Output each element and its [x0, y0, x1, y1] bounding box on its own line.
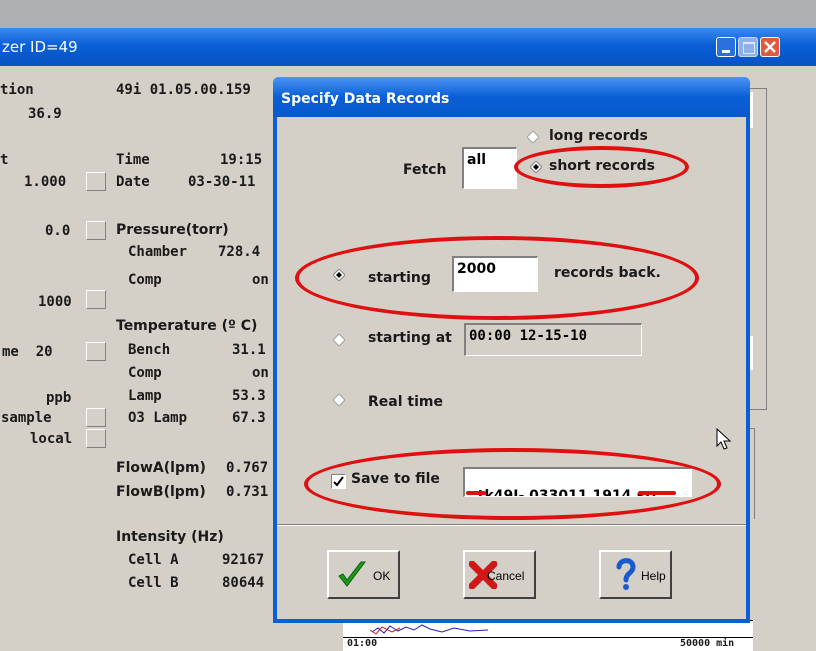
left-label-t: t	[0, 152, 9, 168]
time-value: 19:15	[220, 152, 263, 168]
left-label-ppb: ppb	[46, 390, 72, 406]
comp-label: Comp	[128, 272, 162, 288]
flowb-label: FlowB(lpm)	[116, 484, 206, 500]
dialog-separator-highlight	[277, 525, 746, 526]
pressure-label: Pressure(torr)	[116, 222, 229, 238]
o3lamp-label: O3 Lamp	[128, 410, 188, 426]
cella-value: 92167	[222, 552, 265, 568]
starting-at-label: starting at	[368, 330, 452, 346]
intensity-label: Intensity (Hz)	[116, 529, 224, 545]
ok-button[interactable]: OK	[327, 550, 400, 599]
help-button[interactable]: Help	[599, 550, 672, 599]
date-value: 03-30-11	[188, 174, 256, 190]
close-button[interactable]	[760, 37, 780, 57]
maximize-button[interactable]	[738, 37, 758, 57]
chamber-value: 728.4	[218, 244, 261, 260]
left-value-1000: 1.000	[24, 174, 67, 190]
main-window-title: zer ID=49	[2, 38, 78, 56]
help-label: Help	[641, 569, 666, 583]
left-set-button-4[interactable]	[86, 342, 106, 361]
chart-trace	[370, 624, 489, 635]
dialog-body	[277, 117, 746, 619]
minimize-icon	[722, 50, 730, 53]
left-label-local: local	[30, 431, 73, 447]
o3lamp-value: 67.3	[232, 410, 266, 426]
instrument-id: 49i 01.05.00.159	[116, 82, 251, 98]
left-value-1000b: 1000	[38, 294, 72, 310]
annotation-ellipse-short-records	[514, 146, 689, 188]
minimize-button[interactable]	[716, 37, 736, 57]
question-mark-icon	[616, 558, 636, 590]
starting-at-radio[interactable]	[333, 334, 345, 346]
cancel-button[interactable]: Cancel	[463, 550, 536, 599]
dialog-title: Specify Data Records	[281, 91, 450, 107]
left-label-sample: sample	[1, 410, 52, 426]
lamp-value: 53.3	[232, 388, 266, 404]
bench-value: 31.1	[232, 342, 266, 358]
starting-at-input[interactable]: 00:00 12-15-10	[464, 323, 642, 356]
left-value-00: 0.0	[45, 223, 71, 239]
flowa-label: FlowA(lpm)	[116, 460, 206, 476]
fetch-label: Fetch	[403, 162, 447, 178]
left-set-button-5[interactable]	[86, 408, 106, 427]
long-records-label: long records	[549, 128, 648, 144]
desktop-strip	[0, 0, 816, 28]
long-records-radio[interactable]	[527, 131, 539, 143]
flowb-value: 0.731	[226, 484, 269, 500]
cellb-label: Cell B	[128, 575, 179, 591]
main-titlebar	[0, 28, 816, 66]
left-set-button-2[interactable]	[86, 221, 106, 240]
real-time-radio[interactable]	[333, 394, 345, 406]
real-time-label: Real time	[368, 394, 443, 410]
time-label: Time	[116, 152, 150, 168]
chart-tick-left: 01:00	[347, 638, 378, 649]
annotation-ellipse-starting	[295, 236, 699, 320]
left-set-button-3[interactable]	[86, 290, 106, 309]
cella-label: Cell A	[128, 552, 179, 568]
bench-label: Bench	[128, 342, 171, 358]
cellb-value: 80644	[222, 575, 265, 591]
left-label-tion: tion	[0, 82, 34, 98]
cancel-label: Cancel	[487, 569, 525, 583]
comp-value: on	[252, 272, 269, 288]
fetch-input[interactable]: all	[462, 147, 517, 189]
ok-label: OK	[373, 569, 391, 583]
chamber-label: Chamber	[128, 244, 188, 260]
chart-tick-right: 50000 min	[680, 638, 735, 649]
checkmark-icon	[338, 561, 366, 587]
temperature-label: Temperature (º C)	[116, 318, 258, 334]
left-value-me20: me 20	[2, 344, 53, 360]
date-label: Date	[116, 174, 150, 190]
left-set-button-1[interactable]	[86, 172, 106, 191]
flowa-value: 0.767	[226, 460, 269, 476]
close-icon	[764, 41, 776, 53]
comp2-value: on	[252, 365, 269, 381]
comp2-label: Comp	[128, 365, 162, 381]
left-set-button-6[interactable]	[86, 429, 106, 448]
left-value-369: 36.9	[28, 106, 62, 122]
mouse-cursor-icon	[716, 428, 732, 450]
lamp-label: Lamp	[128, 388, 162, 404]
maximize-icon	[743, 42, 755, 54]
annotation-ellipse-save-to-file	[304, 448, 721, 520]
